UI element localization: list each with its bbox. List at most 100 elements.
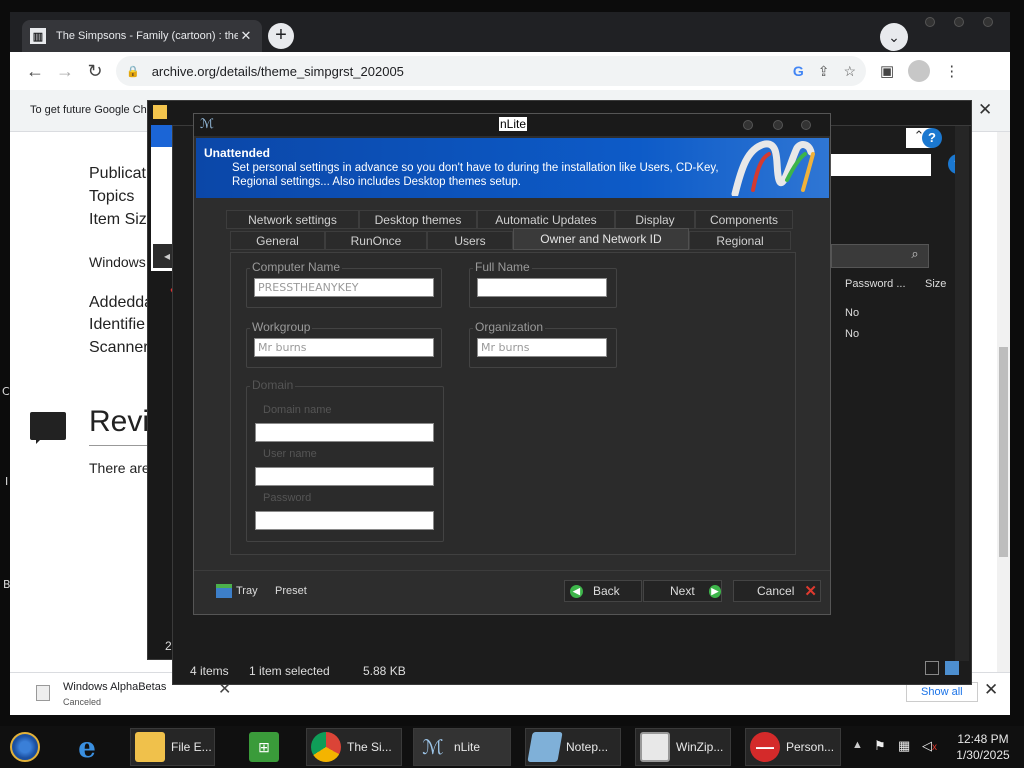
share-icon[interactable]: ⇪ — [818, 63, 830, 80]
computer-name-field[interactable]: PRESSTHEANYKEY — [254, 278, 434, 297]
taskbar-store[interactable]: ⊞ — [245, 728, 285, 766]
chrome-icon — [311, 732, 341, 762]
vertical-scrollbar[interactable] — [955, 126, 969, 661]
maximize-button[interactable] — [954, 17, 964, 27]
tab-row-1: Network settings Desktop themes Automati… — [226, 210, 793, 229]
clock-time: 12:48 PM — [957, 732, 1009, 746]
tiles-view-icon[interactable] — [945, 661, 959, 675]
taskbar: e File E... ⊞ The Si... ℳ nLite Notep...… — [0, 726, 1024, 768]
reviews-icon-tail — [36, 436, 44, 444]
browser-tab[interactable]: ▥ The Simpsons - Family (cartoon) : them… — [22, 20, 262, 52]
nlite-close-button[interactable] — [801, 120, 811, 130]
status-size: 5.88 KB — [363, 664, 406, 678]
volume-muted-icon[interactable]: ◁x — [922, 738, 937, 754]
workgroup-label: Workgroup — [250, 320, 313, 334]
status-selected: 1 item selected — [249, 664, 330, 678]
cancel-button[interactable]: Cancel ✕ — [733, 580, 821, 602]
show-all-button[interactable]: Show all — [906, 682, 978, 702]
tab-network-settings[interactable]: Network settings — [226, 210, 359, 229]
info-bar-text: To get future Google Chr — [30, 104, 151, 116]
column-header-size[interactable]: Size — [925, 278, 946, 290]
preset-button[interactable]: Preset — [275, 585, 307, 597]
taskbar-notepad[interactable]: Notep... — [525, 728, 621, 766]
domain-name-field[interactable] — [255, 423, 434, 442]
address-bar[interactable]: 🔒 archive.org/details/theme_simpgrst_202… — [116, 56, 866, 86]
help-icon[interactable]: ? — [922, 128, 942, 148]
taskbar-file-explorer[interactable]: File E... — [130, 728, 215, 766]
start-button[interactable] — [6, 728, 46, 766]
scrollbar-thumb[interactable] — [999, 347, 1008, 557]
password-cell: No — [845, 307, 860, 319]
full-name-field[interactable] — [477, 278, 607, 297]
search-icon[interactable]: ⌕ — [904, 246, 926, 266]
organization-label: Organization — [473, 320, 546, 334]
bookmark-star-icon[interactable]: ☆ — [843, 63, 856, 80]
meta-label: Publicat — [89, 165, 146, 182]
nlite-logo-icon — [731, 140, 815, 196]
back-label: Back — [593, 584, 620, 598]
taskbar-person[interactable]: — Person... — [745, 728, 841, 766]
windows-orb-icon — [10, 732, 40, 762]
back-button[interactable]: ◀ Back — [564, 580, 642, 602]
side-panel-icon[interactable]: ▣ — [880, 62, 894, 80]
taskbar-ie[interactable]: e — [68, 728, 108, 766]
tab-automatic-updates[interactable]: Automatic Updates — [477, 210, 615, 229]
tab-components[interactable]: Components — [695, 210, 793, 229]
minimize-button[interactable] — [925, 17, 935, 27]
close-window-button[interactable] — [983, 17, 993, 27]
tab-owner-network-id[interactable]: Owner and Network ID — [513, 228, 689, 250]
next-button[interactable]: Next ▶ — [643, 580, 722, 602]
ribbon-strip — [831, 154, 931, 176]
password-field[interactable] — [255, 511, 434, 530]
flag-icon[interactable]: ⚑ — [874, 738, 886, 754]
password-cell: No — [845, 328, 860, 340]
tab-search-button[interactable]: ⌄ — [880, 23, 908, 51]
back-arrow-icon[interactable]: ← — [20, 61, 50, 82]
tab-users[interactable]: Users — [427, 231, 513, 250]
close-infobar-icon[interactable]: ✕ — [978, 100, 992, 120]
header-title: Unattended — [204, 146, 270, 160]
google-icon[interactable]: G — [793, 63, 804, 79]
details-view-icon[interactable] — [925, 661, 939, 675]
nlite-minimize-button[interactable] — [743, 120, 753, 130]
back-arrow-icon: ◀ — [570, 584, 583, 598]
user-name-field[interactable] — [255, 467, 434, 486]
meta-label: Topics — [89, 188, 135, 205]
tab-regional[interactable]: Regional — [689, 231, 791, 250]
taskbar-nlite[interactable]: ℳ nLite — [413, 728, 511, 766]
taskbar-chrome[interactable]: The Si... — [306, 728, 402, 766]
taskbar-winzip[interactable]: WinZip... — [635, 728, 731, 766]
desktop-glyph: I — [5, 475, 9, 488]
profile-avatar[interactable] — [908, 60, 931, 82]
system-clock[interactable]: 12:48 PM 1/30/2025 — [950, 731, 1016, 763]
user-name-label: User name — [263, 448, 317, 460]
nlite-window: ℳ nLite Unattended Set personal settings… — [193, 113, 831, 615]
organization-field[interactable]: Mr burns — [477, 338, 607, 357]
tab-display[interactable]: Display — [615, 210, 695, 229]
next-arrow-icon: ▶ — [708, 584, 721, 598]
browser-toolbar: ← → ↻ 🔒 archive.org/details/theme_simpgr… — [10, 52, 1010, 90]
menu-dots-icon[interactable]: ⋮ — [944, 62, 959, 80]
download-name[interactable]: Windows AlphaBetas — [63, 681, 166, 693]
taskbar-label: WinZip... — [676, 740, 724, 754]
network-tray-icon[interactable]: ▦ — [898, 738, 910, 754]
tray-button[interactable]: Tray — [216, 584, 258, 598]
new-tab-button[interactable]: + — [268, 23, 294, 49]
tab-general[interactable]: General — [230, 231, 325, 250]
close-tab-icon[interactable]: ✕ — [238, 28, 254, 44]
taskbar-label: File E... — [171, 740, 212, 754]
workgroup-field[interactable]: Mr burns — [254, 338, 434, 357]
page-scrollbar[interactable] — [997, 132, 1010, 672]
column-header-password[interactable]: Password ... — [845, 278, 906, 290]
close-download-bar-icon[interactable]: ✕ — [984, 680, 998, 700]
tab-desktop-themes[interactable]: Desktop themes — [359, 210, 477, 229]
reload-icon[interactable]: ↻ — [80, 61, 110, 82]
nlite-maximize-button[interactable] — [773, 120, 783, 130]
desktop-glyph: C — [2, 385, 10, 398]
tab-runonce[interactable]: RunOnce — [325, 231, 427, 250]
footer-divider — [194, 570, 830, 571]
archive-favicon-icon: ▥ — [30, 28, 46, 44]
tray-expand-icon[interactable]: ▲ — [852, 739, 863, 751]
forward-arrow-icon[interactable]: → — [50, 61, 80, 82]
taskbar-label: The Si... — [347, 740, 392, 754]
